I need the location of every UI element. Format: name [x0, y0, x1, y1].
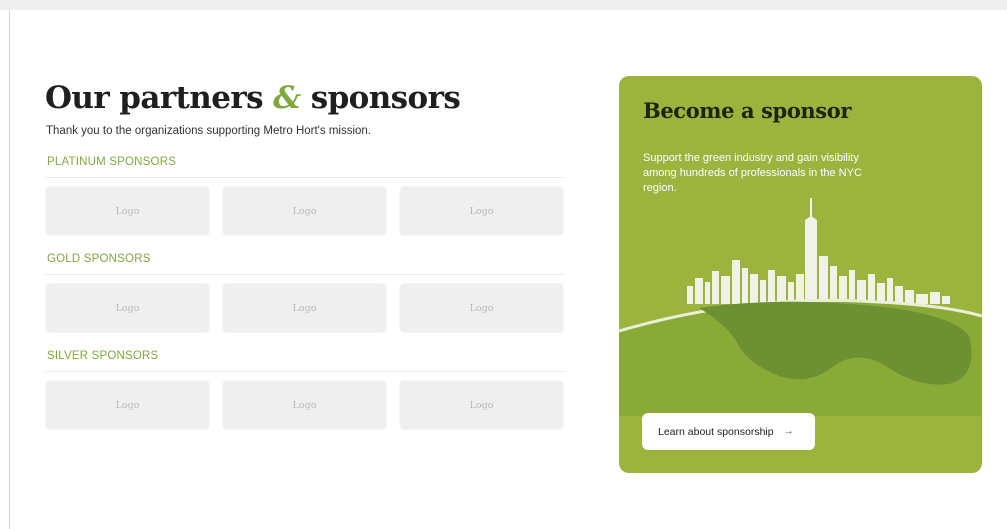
tier-divider	[45, 274, 565, 275]
title-text-after: sponsors	[310, 80, 461, 116]
learn-sponsorship-button[interactable]: Learn about sponsorship →	[642, 413, 815, 450]
sponsor-logo-placeholder[interactable]: Logo	[399, 283, 564, 333]
sponsor-promo-card: Become a sponsor Support the green indus…	[619, 76, 982, 473]
tier-gold: GOLD SPONSORS Logo Logo Logo	[45, 251, 567, 333]
sponsor-logo-placeholder[interactable]: Logo	[45, 186, 210, 236]
sponsor-logo-placeholder[interactable]: Logo	[222, 283, 387, 333]
sponsor-logo-placeholder[interactable]: Logo	[45, 380, 210, 430]
logo-row-platinum: Logo Logo Logo	[45, 186, 567, 236]
sponsor-logo-placeholder[interactable]: Logo	[222, 186, 387, 236]
logo-row-gold: Logo Logo Logo	[45, 283, 567, 333]
cta-label: Learn about sponsorship	[658, 425, 774, 438]
tier-divider	[45, 177, 565, 178]
tier-divider	[45, 371, 565, 372]
nyc-skyline-illustration	[619, 198, 982, 416]
sponsor-logo-placeholder[interactable]: Logo	[399, 186, 564, 236]
page-subtitle: Thank you to the organizations supportin…	[46, 125, 371, 137]
tier-label-platinum: PLATINUM SPONSORS	[47, 156, 177, 168]
tier-platinum: PLATINUM SPONSORS Logo Logo Logo	[45, 154, 567, 236]
sponsor-logo-placeholder[interactable]: Logo	[399, 380, 564, 430]
arrow-right-icon: →	[783, 426, 794, 437]
tier-silver: SILVER SPONSORS Logo Logo Logo	[45, 348, 567, 430]
title-text-before: Our partners	[45, 80, 264, 116]
left-divider	[9, 10, 10, 529]
logo-row-silver: Logo Logo Logo	[45, 380, 567, 430]
sponsor-logo-placeholder[interactable]: Logo	[222, 380, 387, 430]
title-ampersand: &	[273, 80, 301, 116]
partners-section: Our partners & sponsors Thank you to the…	[45, 76, 567, 430]
top-band	[0, 0, 1007, 10]
skyline-buildings	[687, 198, 950, 304]
page-title: Our partners & sponsors	[45, 76, 567, 120]
tier-label-gold: GOLD SPONSORS	[47, 253, 151, 265]
promo-title: Become a sponsor	[643, 98, 851, 123]
sponsor-logo-placeholder[interactable]: Logo	[45, 283, 210, 333]
tier-label-silver: SILVER SPONSORS	[47, 350, 159, 362]
